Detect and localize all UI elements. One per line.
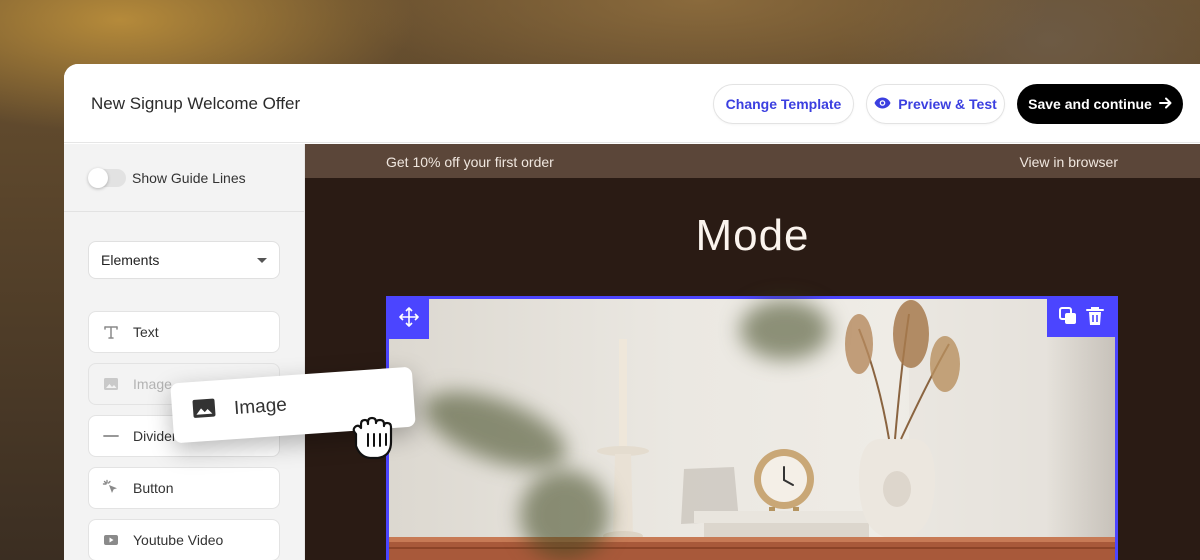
guide-lines-label: Show Guide Lines — [132, 170, 246, 186]
cursor-click-icon — [101, 478, 121, 498]
preview-test-button[interactable]: Preview & Test — [866, 84, 1005, 124]
element-youtube-video[interactable]: Youtube Video — [88, 519, 280, 560]
change-template-label: Change Template — [725, 96, 842, 112]
caret-down-icon — [257, 257, 267, 263]
top-bar: New Signup Welcome Offer Change Template… — [64, 64, 1200, 143]
block-actions-toolbar — [1047, 299, 1115, 337]
dragged-image-label: Image — [233, 394, 288, 420]
element-label: Divider — [133, 428, 177, 444]
guide-lines-toggle[interactable] — [88, 168, 126, 188]
element-button[interactable]: Button — [88, 467, 280, 509]
email-brand-logo: Mode — [695, 211, 810, 260]
preview-test-label: Preview & Test — [898, 96, 997, 112]
selected-image-block[interactable] — [386, 296, 1118, 560]
guide-lines-row: Show Guide Lines — [88, 168, 246, 188]
campaign-title: New Signup Welcome Offer — [91, 94, 301, 113]
video-icon — [101, 530, 121, 550]
elements-sidebar: Show Guide Lines Elements Text Image Div… — [64, 144, 305, 560]
grab-hand-cursor-icon — [346, 412, 398, 462]
sidebar-divider — [64, 211, 304, 212]
element-label: Youtube Video — [133, 532, 224, 548]
move-handle[interactable] — [389, 299, 429, 339]
product-photo — [389, 299, 1115, 560]
elements-select-value: Elements — [101, 252, 160, 268]
trash-icon[interactable] — [1086, 306, 1104, 331]
save-continue-button[interactable]: Save and continue — [1017, 84, 1183, 124]
element-text[interactable]: Text — [88, 311, 280, 353]
elements-select[interactable]: Elements — [88, 241, 280, 279]
image-icon — [191, 397, 217, 425]
move-arrows-icon — [399, 306, 419, 332]
element-label: Image — [133, 376, 172, 392]
duplicate-icon[interactable] — [1058, 306, 1078, 331]
save-continue-label: Save and continue — [1028, 96, 1152, 112]
image-icon — [101, 374, 121, 394]
arrow-right-icon — [1158, 96, 1172, 112]
editor-window: New Signup Welcome Offer Change Template… — [64, 64, 1200, 560]
email-canvas: Get 10% off your first order View in bro… — [305, 144, 1200, 560]
email-preheader: Get 10% off your first order View in bro… — [305, 144, 1200, 178]
element-label: Button — [133, 480, 174, 496]
preheader-offer-text: Get 10% off your first order — [386, 154, 554, 170]
text-icon — [101, 322, 121, 342]
eye-icon — [874, 96, 891, 112]
change-template-button[interactable]: Change Template — [713, 84, 854, 124]
divider-icon — [101, 426, 121, 446]
view-in-browser-link[interactable]: View in browser — [1019, 154, 1118, 170]
element-label: Text — [133, 324, 159, 340]
